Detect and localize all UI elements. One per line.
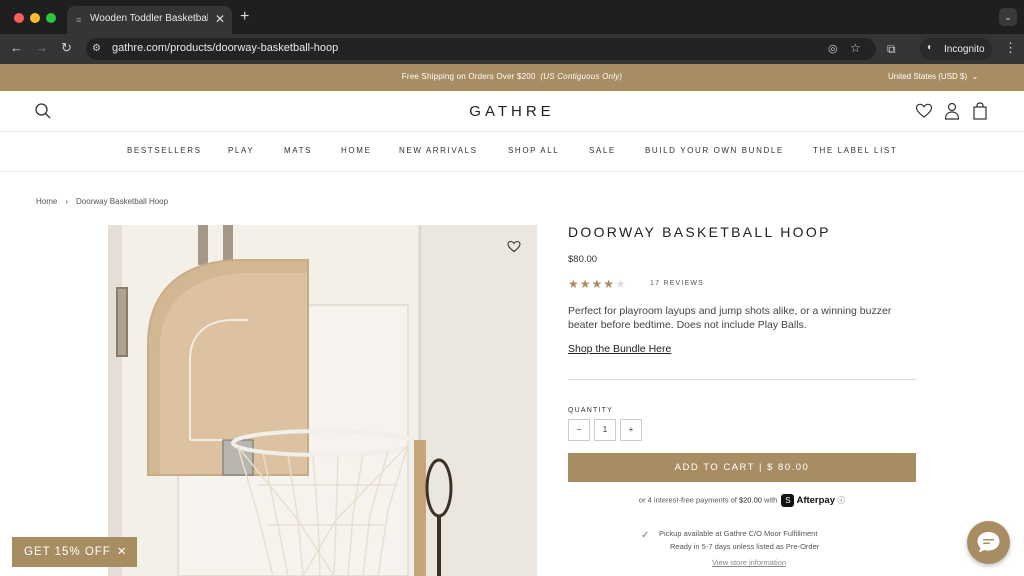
extensions-icon[interactable]: ⧉ — [887, 42, 896, 57]
main-menu: BESTSELLERS PLAY MATS HOME NEW ARRIVALS … — [0, 132, 1024, 172]
incognito-badge[interactable]: ◐ Incognito — [920, 38, 992, 60]
breadcrumb-home-link[interactable]: Home — [36, 197, 57, 206]
chat-button[interactable] — [967, 521, 1010, 564]
address-bar[interactable]: ⚙ gathre.com/products/doorway-basketball… — [86, 38, 876, 60]
browser-menu-icon[interactable]: ⋮ — [1004, 40, 1017, 56]
tab-favicon-icon: ≡ — [76, 15, 82, 25]
shipping-message: Free Shipping on Orders Over $200 (US Co… — [0, 72, 1024, 81]
breadcrumb-separator: › — [65, 197, 69, 206]
chevron-down-icon: ⌄ — [969, 72, 979, 81]
currency-selector[interactable]: United States (USD $) ⌄ — [888, 72, 978, 81]
product-price: $80.00 — [568, 254, 598, 265]
divider — [568, 379, 916, 380]
discount-label: GET 15% OFF — [24, 546, 111, 558]
afterpay-prefix: or 4 interest-free payments of — [638, 495, 737, 505]
shop-bundle-link[interactable]: Shop the Bundle Here — [568, 343, 671, 355]
tab-search-icon[interactable]: ⌄ — [999, 8, 1017, 26]
back-icon[interactable]: ← — [10, 40, 23, 55]
minimize-window-button[interactable] — [30, 13, 40, 23]
site-logo[interactable]: GATHRE — [0, 103, 1024, 120]
menu-item-label-list[interactable]: THE LABEL LIST — [813, 146, 897, 155]
checkmark-icon: ✓ — [641, 530, 650, 541]
menu-item-mats[interactable]: MATS — [284, 146, 312, 155]
star-rating[interactable]: ★★★★★ — [568, 277, 627, 291]
breadcrumb: Home › Doorway Basketball Hoop — [36, 197, 168, 206]
star-filled-icon: ★ — [603, 277, 616, 291]
url-text: gathre.com/products/doorway-basketball-h… — [112, 42, 339, 54]
star-empty-icon: ★ — [615, 277, 627, 291]
quantity-decrease-button[interactable]: − — [568, 419, 590, 441]
quantity-label: QUANTITY — [568, 407, 613, 414]
quantity-input[interactable]: 1 — [594, 419, 616, 441]
afterpay-brand: Afterpay — [796, 495, 835, 506]
add-to-cart-button[interactable]: ADD TO CART | $ 80.00 — [568, 453, 916, 482]
menu-item-home[interactable]: HOME — [341, 146, 371, 155]
star-filled-icon: ★ — [568, 277, 580, 291]
image-wishlist-icon[interactable] — [507, 240, 521, 253]
afterpay-message: or 4 interest-free payments of $20.00 wi… — [568, 494, 916, 507]
discount-popup-button[interactable]: GET 15% OFF ✕ — [12, 537, 137, 567]
menu-item-new-arrivals[interactable]: NEW ARRIVALS — [399, 146, 478, 155]
reload-icon[interactable]: ↻ — [61, 40, 72, 56]
close-icon[interactable]: ✕ — [117, 546, 128, 558]
close-window-button[interactable] — [14, 13, 24, 23]
incognito-icon: ◐ — [927, 42, 934, 53]
menu-item-play[interactable]: PLAY — [228, 146, 254, 155]
quantity-increase-button[interactable]: + — [620, 419, 642, 441]
afterpay-amount: $20.00 — [738, 495, 762, 505]
basketball-hoop-photo — [108, 225, 537, 576]
incognito-label: Incognito — [944, 44, 985, 55]
maximize-window-button[interactable] — [46, 13, 56, 23]
menu-item-shop-all[interactable]: SHOP ALL — [508, 146, 559, 155]
reviews-count[interactable]: 17 REVIEWS — [650, 280, 704, 287]
breadcrumb-current: Doorway Basketball Hoop — [76, 197, 169, 206]
shipping-note: (US Contiguous Only) — [540, 72, 623, 81]
currency-label: United States (USD $) — [888, 72, 968, 81]
pickup-ready-time: Ready in 5-7 days unless listed as Pre-O… — [670, 542, 820, 551]
star-filled-icon: ★ — [591, 277, 604, 291]
browser-tab-bar: ≡ Wooden Toddler Basketball H ✕ + ⌄ — [0, 0, 1024, 34]
afterpay-with: with — [764, 495, 778, 505]
menu-item-build-bundle[interactable]: BUILD YOUR OWN BUNDLE — [645, 146, 784, 155]
account-icon[interactable] — [944, 102, 960, 120]
shipping-text: Free Shipping on Orders Over $200 — [401, 72, 536, 81]
browser-toolbar: ← → ↻ ⚙ gathre.com/products/doorway-bask… — [0, 34, 1024, 64]
afterpay-logo-icon: S — [781, 494, 795, 507]
product-title: DOORWAY BASKETBALL HOOP — [568, 224, 831, 240]
product-description: Perfect for playroom layups and jump sho… — [568, 305, 892, 331]
tab-title: Wooden Toddler Basketball H — [90, 13, 208, 24]
site-info-icon[interactable]: ⚙ — [92, 43, 101, 54]
site-header: GATHRE — [0, 91, 1024, 132]
announcement-bar: Free Shipping on Orders Over $200 (US Co… — [0, 64, 1024, 91]
product-image[interactable] — [108, 225, 537, 576]
tracking-protection-icon[interactable]: ◎ — [828, 42, 838, 55]
cart-bag-icon[interactable] — [972, 102, 988, 120]
star-filled-icon: ★ — [579, 277, 592, 291]
menu-item-bestsellers[interactable]: BESTSELLERS — [127, 146, 202, 155]
forward-icon[interactable]: → — [35, 40, 48, 55]
pickup-availability: Pickup available at Gathre C/O Moor Fulf… — [659, 529, 818, 538]
view-store-info-link[interactable]: View store information — [712, 558, 786, 567]
tab-close-icon[interactable]: ✕ — [215, 12, 225, 26]
browser-tab[interactable]: ≡ Wooden Toddler Basketball H ✕ — [67, 6, 232, 34]
wishlist-heart-icon[interactable] — [915, 102, 933, 120]
info-icon[interactable]: ⓘ — [837, 496, 845, 505]
chat-bubble-icon — [977, 532, 1000, 553]
new-tab-icon[interactable]: + — [240, 8, 249, 26]
menu-item-sale[interactable]: SALE — [589, 146, 616, 155]
bookmark-star-icon[interactable]: ☆ — [850, 41, 861, 55]
